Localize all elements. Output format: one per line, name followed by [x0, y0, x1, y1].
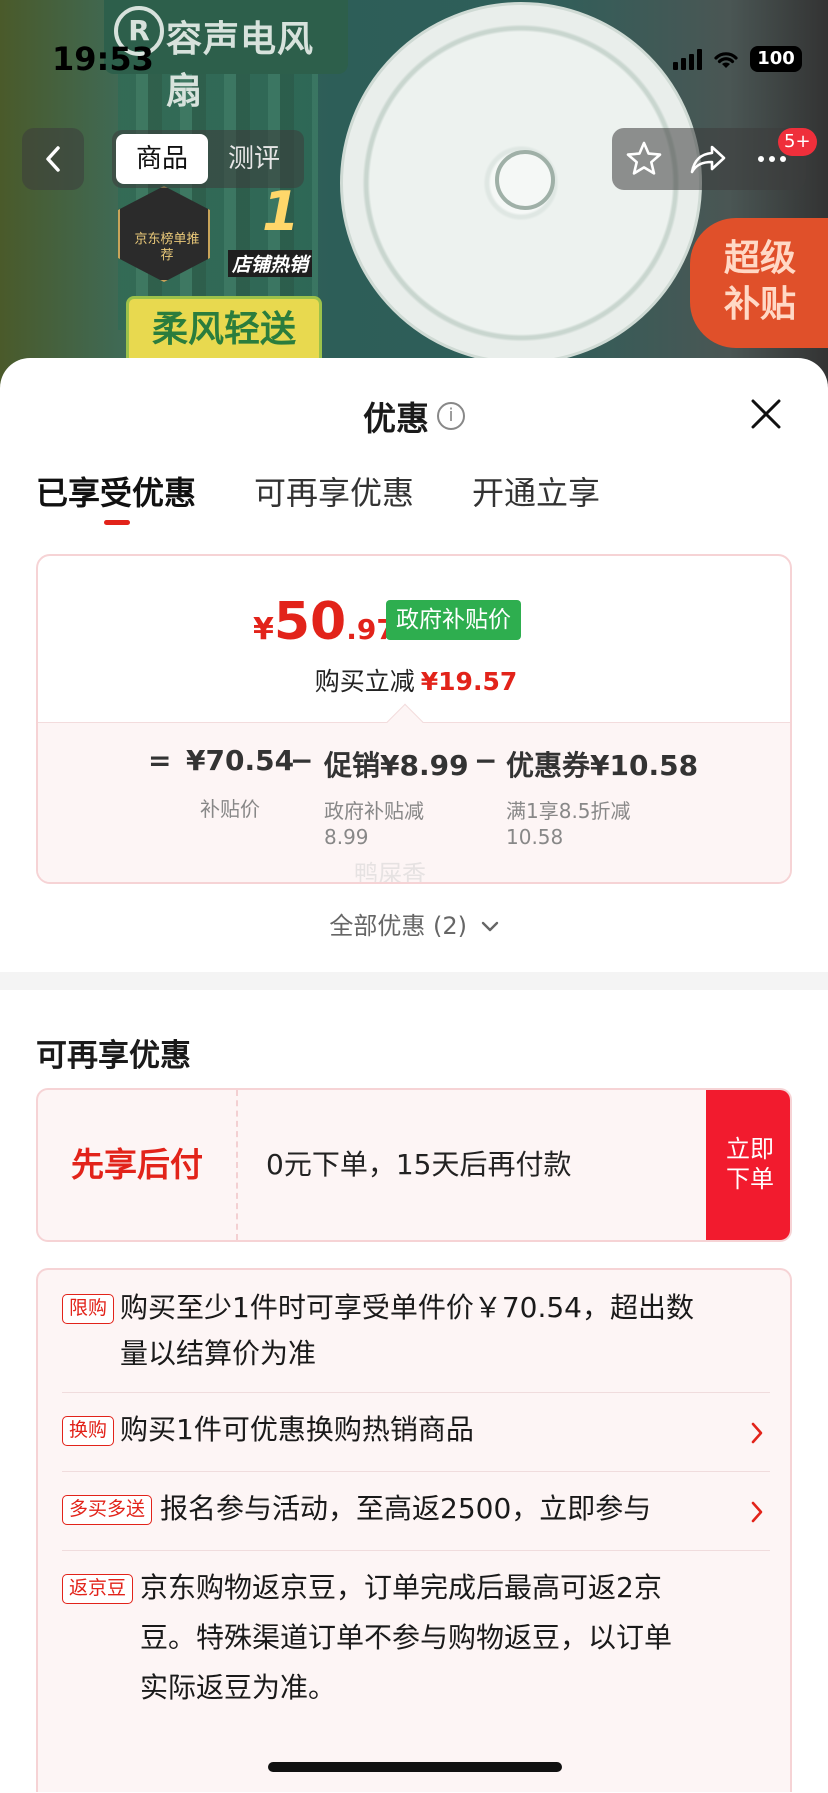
subsidy-price: ¥70.54	[186, 744, 295, 777]
chevron-left-icon	[46, 146, 60, 172]
share-icon[interactable]	[688, 139, 728, 179]
sheet-header: 优惠 i	[0, 392, 828, 438]
order-now-line1: 立即	[726, 1135, 774, 1163]
promotions-list: 限购 购买至少1件时可享受单件价￥70.54，超出数 量以结算价为准 换购 购买…	[36, 1268, 792, 1792]
minus-sign-2: −	[474, 744, 498, 777]
promo-text-line: 量以结算价为准	[120, 1337, 317, 1370]
page-tabs: 商品 测评	[112, 130, 304, 188]
top-seller-number: 1	[262, 180, 300, 243]
instant-discount-label: 购买立减	[314, 667, 415, 696]
chevron-right-icon	[751, 1422, 763, 1444]
super-subsidy-badge: 超级补贴	[690, 218, 828, 348]
promo-row-jd-beans: 返京豆 京东购物返京豆，订单完成后最高可返2京 豆。特殊渠道订单不参与购物返豆，…	[38, 1551, 790, 1721]
section-divider	[0, 972, 828, 990]
all-offers-label: 全部优惠 (2)	[329, 912, 467, 940]
subsidy-price-label: 补贴价	[200, 797, 260, 821]
battery-icon: 100	[750, 46, 802, 72]
coupon-amount: 优惠券¥10.58	[506, 749, 699, 782]
instant-discount-amount: ¥19.57	[420, 667, 518, 696]
back-button[interactable]	[22, 128, 84, 190]
promo-label-amount: 8.99	[324, 825, 369, 849]
gov-subsidy-badge: 政府补贴价	[386, 600, 521, 640]
promo-tag: 返京豆	[62, 1574, 134, 1604]
promo-label: 政府补贴减	[324, 799, 424, 823]
pay-later-name: 先享后付	[38, 1090, 238, 1240]
status-time: 19:53	[52, 40, 154, 78]
tab-product[interactable]: 商品	[116, 134, 208, 184]
more-offers-title: 可再享优惠	[36, 1038, 191, 1074]
pay-later-description: 0元下单，15天后再付款	[266, 1148, 572, 1181]
minus-sign: −	[290, 744, 314, 777]
instant-discount-line: 购买立减 ¥19.57	[38, 662, 790, 698]
watermark-text: 鸭屎香	[354, 860, 426, 884]
price-breakdown-card: ¥50.97 政府补贴价 购买立减 ¥19.57 = ¥70.54 − 促销¥8.…	[36, 554, 792, 884]
tab-more-offers[interactable]: 可再享优惠	[254, 468, 414, 514]
pay-later-card: 先享后付 0元下单，15天后再付款 立即 下单	[36, 1088, 792, 1242]
promo-text-line: 实际返豆为准。	[140, 1671, 337, 1704]
promo-tag: 限购	[62, 1294, 115, 1324]
promo-text-line: 购买至少1件时可享受单件价￥70.54，超出数	[120, 1291, 694, 1324]
promo-row-buy-more[interactable]: 多买多送 报名参与活动，至高返2500，立即参与	[38, 1472, 790, 1550]
order-now-button[interactable]: 立即 下单	[706, 1090, 790, 1240]
info-icon[interactable]: i	[437, 402, 465, 430]
close-icon[interactable]	[748, 396, 784, 432]
order-now-line2: 下单	[726, 1165, 774, 1193]
promo-row-trade-in[interactable]: 换购 购买1件可优惠换购热销商品	[38, 1393, 790, 1471]
chevron-down-icon	[481, 921, 498, 932]
message-count-badge: 5+	[778, 128, 817, 156]
status-icons: 100	[673, 44, 802, 74]
all-offers-toggle[interactable]: 全部优惠 (2)	[0, 906, 828, 941]
promo-text-line: 京东购物返京豆，订单完成后最高可返2京	[140, 1571, 662, 1604]
promo-amount: 促销¥8.99	[324, 749, 469, 782]
final-price-integer: 50	[273, 592, 347, 652]
home-indicator[interactable]	[268, 1762, 562, 1772]
star-icon[interactable]	[624, 139, 664, 179]
ranking-badge-label: 京东榜单推荐	[134, 232, 200, 263]
final-price-currency: ¥	[253, 612, 274, 647]
wifi-icon	[714, 52, 738, 68]
top-seller-badge: 1 店铺热销	[222, 180, 326, 280]
promo-text-line: 购买1件可优惠换购热销商品	[120, 1413, 474, 1446]
coupon-label: 满1享8.5折减	[506, 799, 631, 823]
tab-review[interactable]: 测评	[208, 134, 300, 184]
hero-slogan: 柔风轻送	[126, 296, 322, 366]
promo-tag: 换购	[62, 1416, 115, 1446]
offers-sheet: 优惠 i 已享受优惠 可再享优惠 开通立享 ¥50.97 政府补贴价 购买立减 ¥1…	[0, 358, 828, 1793]
final-price: ¥50.97	[253, 592, 396, 652]
promo-text-line: 豆。特殊渠道订单不参与购物返豆，以订单	[140, 1621, 673, 1654]
cellular-signal-icon	[673, 48, 702, 70]
fan-hub	[495, 150, 555, 210]
promo-tag: 多买多送	[62, 1495, 153, 1525]
promo-row-limit: 限购 购买至少1件时可享受单件价￥70.54，超出数 量以结算价为准	[38, 1270, 790, 1392]
tab-enjoyed-offers[interactable]: 已享受优惠	[36, 468, 196, 514]
chevron-right-icon	[751, 1501, 763, 1523]
tab-activate-offers[interactable]: 开通立享	[472, 468, 600, 514]
super-subsidy-label: 超级补贴	[724, 238, 797, 325]
top-seller-label: 店铺热销	[228, 250, 313, 277]
coupon-label-amount: 10.58	[506, 825, 564, 849]
nav-actions	[612, 128, 806, 190]
active-tab-indicator	[104, 520, 130, 525]
promo-text-line: 报名参与活动，至高返2500，立即参与	[160, 1492, 652, 1525]
sheet-title: 优惠	[363, 399, 429, 438]
equals-sign: =	[148, 744, 172, 777]
brand-name: 容声电风扇	[166, 19, 315, 112]
